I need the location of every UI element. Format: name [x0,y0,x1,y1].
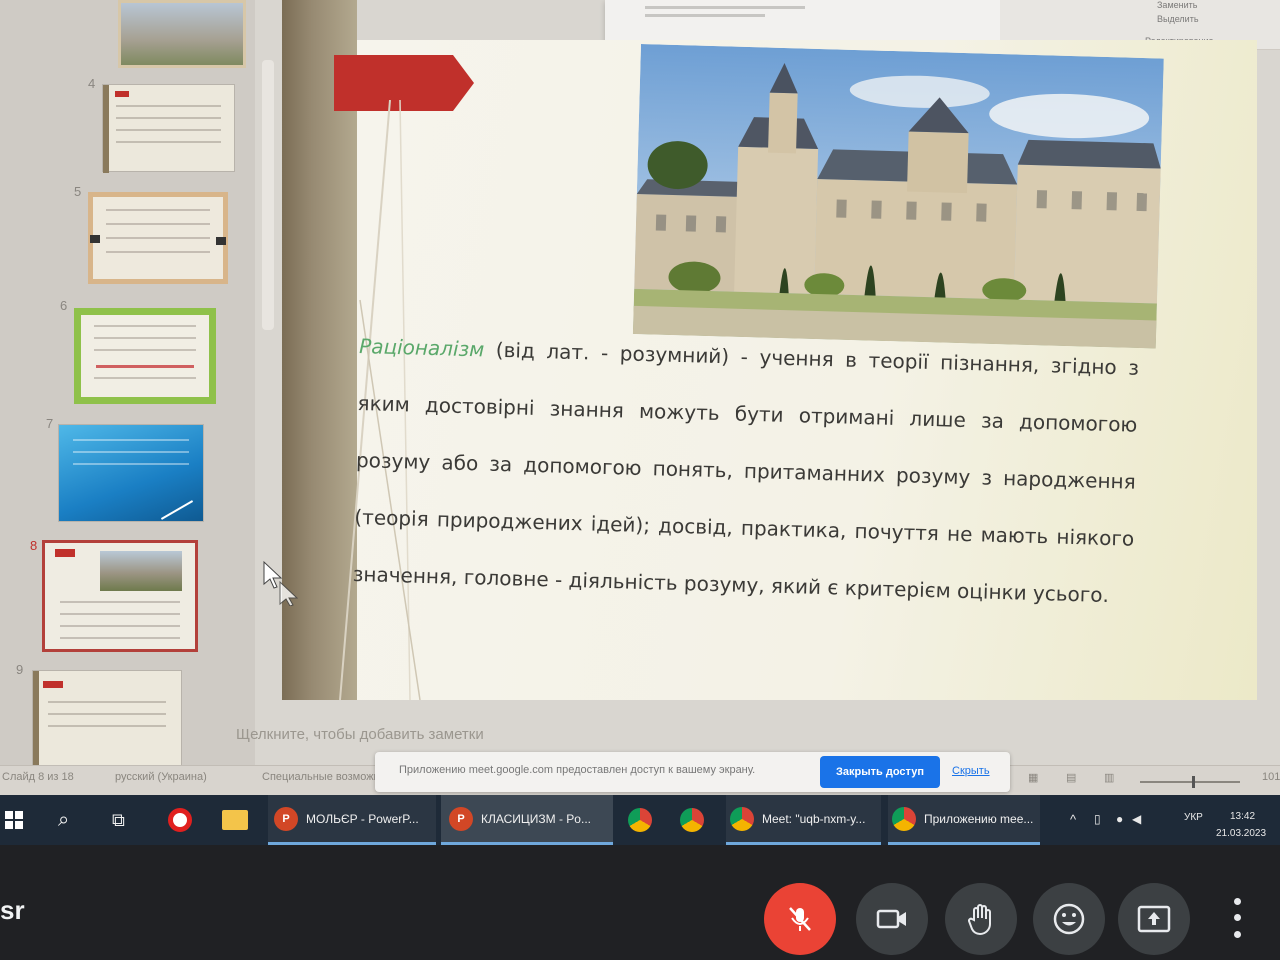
chrome-icon [892,806,916,831]
windows-logo-icon [5,811,23,829]
chrome-icon[interactable] [628,795,660,845]
camera-icon [876,909,906,929]
slide-thumbnail-6[interactable] [74,308,216,404]
task-view-icon[interactable]: ⧉ [112,795,125,845]
thumbnail-number: 6 [60,298,68,313]
more-options-icon[interactable] [1222,893,1252,943]
participant-initials: sr [0,895,25,925]
tray-mic-icon[interactable]: ● [1116,812,1123,826]
screen-share-notification: Приложению meet.google.com предоставлен … [375,752,1010,792]
select-label[interactable]: Выделить [1157,14,1199,24]
zoom-level[interactable]: 101 [1262,771,1280,783]
slide-counter: Слайд 8 из 18 [2,771,74,783]
emoji-icon [1053,903,1085,935]
present-screen-button[interactable] [1118,883,1190,955]
mic-off-icon [789,907,811,931]
palace-photo [632,44,1164,349]
windows-taskbar: ⌕ ⧉ P МОЛЬЄР - PowerP... P КЛАСИЦИЗМ - Po.… [0,795,1280,845]
hide-notification-link[interactable]: Скрыть [952,765,990,777]
hand-icon [968,904,991,936]
share-message: Приложению meet.google.com предоставлен … [399,764,756,776]
powerpoint-icon: P [274,806,298,831]
notes-placeholder[interactable]: Щелкните, чтобы добавить заметки [236,726,484,743]
thumbnail-number: 4 [88,76,96,91]
powerpoint-icon: P [449,806,473,831]
tray-time[interactable]: 13:42 [1230,811,1255,822]
normal-view-icon[interactable]: ▦ [1028,771,1038,784]
reading-view-icon[interactable]: ▥ [1104,771,1114,784]
tray-lang[interactable]: УКР [1184,812,1203,823]
thumbnail-scrollbar[interactable] [262,60,274,330]
slide-body-text[interactable]: Раціоналізм (від лат. - розумний) - учен… [352,318,1140,625]
thumbnail-number: 9 [16,662,24,677]
slide-term: Раціоналізм [358,333,485,362]
replace-label[interactable]: Заменить [1157,0,1197,10]
chrome-icon [730,806,754,831]
zoom-slider[interactable] [1140,776,1240,788]
sorter-view-icon[interactable]: ▤ [1066,771,1076,784]
taskbar-meet-tab[interactable]: Meet: "uqb-nxm-y... [726,795,881,845]
present-icon [1137,905,1171,933]
raise-hand-button[interactable] [945,883,1017,955]
slide-thumbnail-8-selected[interactable] [42,540,198,652]
slide-thumbnail-5[interactable] [88,192,228,284]
slide-thumbnail-3[interactable] [118,0,246,68]
tray-volume-icon[interactable]: ◀ [1132,812,1141,826]
slide-thumbnail-9[interactable] [32,670,182,771]
file-explorer-icon[interactable] [222,795,248,845]
language-indicator[interactable]: русский (Украина) [115,771,207,783]
tray-chevron-icon[interactable]: ^ [1070,812,1076,827]
tray-network-icon[interactable]: ▯ [1094,812,1101,826]
slide-definition: (від лат. - розумний) - учення в теорії … [352,337,1140,608]
thumbnail-number: 7 [46,416,54,431]
taskbar-powerpoint-moliere[interactable]: P МОЛЬЄР - PowerP... [268,795,436,845]
start-button[interactable] [5,795,29,845]
zoom-slider-thumb[interactable] [1192,776,1195,788]
thumbnail-number: 8 [30,538,38,553]
slide-thumbnail-7[interactable] [58,424,204,522]
chrome-icon[interactable] [680,795,712,845]
taskbar-share-notification[interactable]: Приложению mee... [888,795,1040,845]
slide-thumbnail-panel: 4 5 6 7 8 9 [0,0,255,771]
mouse-cursor-icon [263,560,298,606]
thumbnail-number: 5 [74,184,82,199]
stop-sharing-button[interactable]: Закрыть доступ [820,756,940,788]
taskbar-powerpoint-classicism[interactable]: P КЛАСИЦИЗМ - Po... [441,795,613,845]
search-icon[interactable]: ⌕ [58,795,69,845]
slide-thumbnail-4[interactable] [102,84,235,173]
opera-icon[interactable] [168,795,200,845]
emoji-button[interactable] [1033,883,1105,955]
tray-date[interactable]: 21.03.2023 [1216,828,1266,839]
camera-button[interactable] [856,883,928,955]
microphone-button[interactable] [764,883,836,955]
